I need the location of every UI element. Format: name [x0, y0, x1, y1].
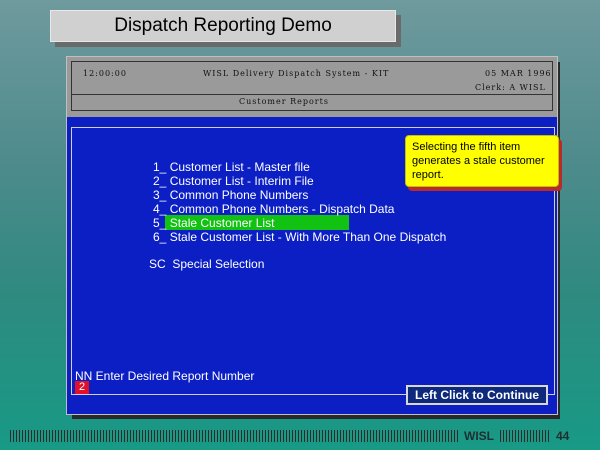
- slide-footer: WISL 44: [10, 429, 590, 443]
- menu-item-3[interactable]: 3_ Common Phone Numbers: [153, 188, 308, 202]
- continue-button-label: Left Click to Continue: [415, 388, 539, 402]
- menu-item-6[interactable]: 6_ Stale Customer List - With More Than …: [153, 230, 446, 244]
- footer-barcode-right: [500, 430, 550, 442]
- prompt-text: NN Enter Desired Report Number: [75, 369, 255, 383]
- menu-item-label: Common Phone Numbers: [169, 188, 309, 202]
- menu-item-code: SC: [149, 257, 166, 271]
- report-number-input[interactable]: 2: [75, 381, 89, 394]
- menu-item-number: 1_: [153, 160, 167, 174]
- report-number-prompt: NN Enter Desired Report Number: [75, 369, 254, 383]
- report-number-value: 2: [78, 381, 86, 393]
- menu-item-special-selection[interactable]: SC Special Selection: [149, 257, 264, 271]
- footer-barcode-left: [10, 430, 458, 442]
- terminal-system-name: WISL Delivery Dispatch System - KIT: [203, 69, 390, 78]
- menu-item-label: Customer List - Master file: [169, 160, 310, 174]
- menu-item-number: 4_: [153, 202, 167, 216]
- callout-note: Selecting the fifth item generates a sta…: [405, 135, 559, 187]
- menu-item-2[interactable]: 2_ Customer List - Interim File: [153, 174, 314, 188]
- terminal-time: 12:00:00: [83, 69, 127, 78]
- menu-item-label: Special Selection: [172, 257, 265, 271]
- terminal-screen-title: Customer Reports: [239, 97, 329, 106]
- callout-text: Selecting the fifth item generates a sta…: [412, 141, 545, 181]
- menu-item-number: 5_: [153, 216, 167, 230]
- menu-item-number: 2_: [153, 174, 167, 188]
- slide-title: Dispatch Reporting Demo: [50, 10, 396, 42]
- terminal-date: 05 MAR 1996: [485, 69, 552, 78]
- page-number: 44: [556, 429, 570, 443]
- continue-button[interactable]: Left Click to Continue: [406, 385, 548, 405]
- slide-title-text: Dispatch Reporting Demo: [114, 15, 332, 36]
- menu-item-number: 3_: [153, 188, 167, 202]
- menu-item-label: Common Phone Numbers - Dispatch Data: [169, 202, 395, 216]
- menu-item-4[interactable]: 4_ Common Phone Numbers - Dispatch Data: [153, 202, 394, 216]
- terminal-clerk: Clerk: A WISL: [475, 83, 546, 92]
- menu-item-label: Stale Customer List - With More Than One…: [169, 230, 447, 244]
- menu-item-label: Customer List - Interim File: [169, 174, 314, 188]
- menu-item-label: Stale Customer List: [169, 216, 275, 230]
- terminal-header: 12:00:00 WISL Delivery Dispatch System -…: [67, 57, 557, 117]
- footer-brand: WISL: [464, 429, 494, 443]
- menu-item-1[interactable]: 1_ Customer List - Master file: [153, 160, 310, 174]
- menu-item-number: 6_: [153, 230, 167, 244]
- header-divider: [72, 94, 552, 95]
- menu-item-5[interactable]: 5_ Stale Customer List: [153, 216, 274, 230]
- terminal-screen: 12:00:00 WISL Delivery Dispatch System -…: [66, 56, 559, 415]
